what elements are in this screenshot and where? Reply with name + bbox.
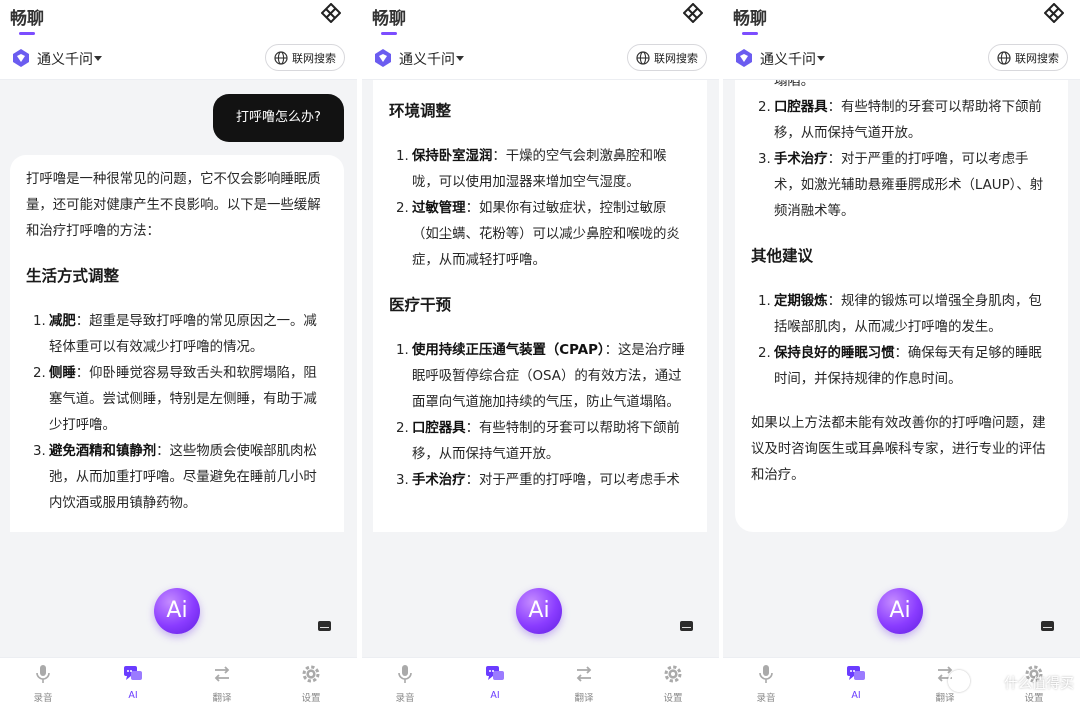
app-title: 畅聊 (10, 9, 44, 29)
keyboard-icon[interactable] (318, 621, 331, 631)
tongyi-logo-icon (736, 49, 752, 67)
web-search-label: 联网搜索 (292, 52, 336, 65)
gear-icon (664, 665, 682, 683)
list-item: 2. 保持良好的睡眠习惯：确保每天有足够的睡眠时间，并保持规律的作息时间。 (758, 346, 1042, 387)
swap-icon (576, 666, 592, 682)
chat-icon (124, 666, 142, 680)
nav-item-ai[interactable]: AI (103, 664, 163, 701)
web-search-button[interactable]: 联网搜索 (627, 44, 707, 71)
chevron-down-icon[interactable] (94, 56, 102, 61)
nav-item-record[interactable]: 录音 (13, 664, 73, 704)
tongyi-logo-icon (13, 49, 29, 67)
list-item: 3. 手术治疗：对于严重的打呼噜，可以考虑手术，如激光辅助悬雍垂腭成形术（LAUP… (758, 152, 1044, 219)
tongyi-logo-icon (375, 49, 391, 67)
ai-voice-button[interactable]: Ai (516, 588, 562, 634)
answer-card: 环境调整 1. 保持卧室湿润：干燥的空气会刺激鼻腔和喉咙，可以使用加湿器来增加空气… (373, 80, 707, 532)
answer-card: 打呼噜是一种很常见的问题，它不仅会影响睡眠质量，还可能对健康产生不良影响。以下是… (10, 155, 344, 532)
watermark-text: 什么值得买 (1004, 676, 1074, 692)
answer-closing: 如果以上方法都未能有效改善你的打呼噜问题，建议及时咨询医生或耳鼻喉科专家，进行专… (751, 416, 1046, 483)
chat-icon (847, 666, 865, 680)
bottom-nav: 录音 AI 翻译 设置 (362, 657, 719, 707)
section-heading: 环境调整 (389, 102, 452, 120)
model-selector[interactable]: 通义千问 (760, 49, 816, 69)
model-selector[interactable]: 通义千问 (399, 49, 455, 69)
nav-item-translate[interactable]: 翻译 (192, 664, 252, 704)
web-search-button[interactable]: 联网搜索 (265, 44, 345, 71)
section-heading: 医疗干预 (389, 296, 452, 314)
model-selector[interactable]: 通义千问 (37, 49, 93, 69)
list-item: 2. 口腔器具：有些特制的牙套可以帮助将下颌前移，从而保持气道开放。 (758, 100, 1042, 141)
nav-item-settings[interactable]: 设置 (281, 664, 341, 704)
screen-3: 畅聊 塌陷。 2. 口腔器具：有些特制的牙套可以帮助将下颌前移，从而保持气道开放。… (723, 0, 1080, 707)
nav-item-translate[interactable]: 翻译 (554, 664, 614, 704)
app-logo-icon[interactable] (683, 3, 703, 23)
section-heading: 生活方式调整 (26, 267, 120, 285)
app-logo-icon[interactable] (1044, 3, 1064, 23)
mic-icon (36, 665, 50, 683)
model-bar: 通义千问 联网搜索 (0, 36, 357, 80)
nav-item-settings[interactable]: 设置 (643, 664, 703, 704)
ai-voice-button[interactable]: Ai (877, 588, 923, 634)
title-bar: 畅聊 (362, 0, 719, 36)
title-bar: 畅聊 (0, 0, 357, 36)
keyboard-icon[interactable] (1041, 621, 1054, 631)
web-search-label: 联网搜索 (654, 52, 698, 65)
nav-item-record[interactable]: 录音 (736, 664, 796, 704)
user-message: 打呼噜怎么办? (213, 94, 344, 142)
list-item: 1. 减肥：超重是导致打呼噜的常见原因之一。减轻体重可以有效减少打呼噜的情况。 (33, 314, 317, 355)
mic-icon (398, 665, 412, 683)
screen-1: 畅聊 通义千问 联网搜索 打呼噜怎么办? 打呼噜是一种很常见的问题，它不仅会影响… (0, 0, 357, 707)
chevron-down-icon[interactable] (817, 56, 825, 61)
globe-icon (636, 51, 650, 65)
list-item: 1. 使用持续正压通气装置（CPAP）：这是治疗睡眠呼吸暂停综合症（OSA）的有效… (396, 343, 685, 410)
list-item: 1. 保持卧室湿润：干燥的空气会刺激鼻腔和喉咙，可以使用加湿器来增加空气湿度。 (396, 149, 667, 190)
ordered-list: 1. 定期锻炼：规律的锻炼可以增强全身肌肉，包括喉部肌肉，从而减少打呼噜的发生。 … (751, 289, 1054, 393)
answer-card: 塌陷。 2. 口腔器具：有些特制的牙套可以帮助将下颌前移，从而保持气道开放。 3.… (735, 80, 1068, 532)
ordered-list: 1. 使用持续正压通气装置（CPAP）：这是治疗睡眠呼吸暂停综合症（OSA）的有效… (389, 338, 693, 494)
title-indicator (19, 32, 35, 35)
model-bar: 通义千问 联网搜索 (723, 36, 1080, 80)
list-item: 3. 手术治疗：对于严重的打呼噜，可以考虑手术 (396, 473, 680, 488)
app-logo-icon[interactable] (321, 3, 341, 23)
app-title: 畅聊 (733, 9, 767, 29)
nav-item-ai[interactable]: AI (465, 664, 525, 701)
ordered-list: 塌陷。 2. 口腔器具：有些特制的牙套可以帮助将下颌前移，从而保持气道开放。 3.… (751, 80, 1054, 225)
list-item: 2. 过敏管理：如果你有过敏症状，控制过敏原（如尘螨、花粉等）可以减少鼻腔和喉咙的… (396, 201, 680, 268)
list-item: 2. 口腔器具：有些特制的牙套可以帮助将下颌前移，从而保持气道开放。 (396, 421, 680, 462)
globe-icon (997, 51, 1011, 65)
ai-voice-button[interactable]: Ai (154, 588, 200, 634)
title-indicator (742, 32, 758, 35)
chat-icon (486, 666, 504, 680)
list-item: 2. 侧睡：仰卧睡觉容易导致舌头和软腭塌陷，阻塞气道。尝试侧睡，特别是左侧睡，有助… (33, 366, 317, 433)
chevron-down-icon[interactable] (456, 56, 464, 61)
list-item: 3. 避免酒精和镇静剂：这些物质会使喉部肌肉松弛，从而加重打呼噜。尽量避免在睡前几… (33, 444, 317, 511)
answer-intro: 打呼噜是一种很常见的问题，它不仅会影响睡眠质量，还可能对健康产生不良影响。以下是… (26, 172, 321, 239)
title-bar: 畅聊 (723, 0, 1080, 36)
list-item: 1. 定期锻炼：规律的锻炼可以增强全身肌肉，包括喉部肌肉，从而减少打呼噜的发生。 (758, 294, 1042, 335)
globe-icon (274, 51, 288, 65)
ordered-list: 1. 减肥：超重是导致打呼噜的常见原因之一。减轻体重可以有效减少打呼噜的情况。 2… (26, 309, 330, 517)
ordered-list: 1. 保持卧室湿润：干燥的空气会刺激鼻腔和喉咙，可以使用加湿器来增加空气湿度。 2… (389, 144, 693, 274)
model-bar: 通义千问 联网搜索 (362, 36, 719, 80)
nav-item-ai[interactable]: AI (826, 664, 886, 701)
watermark-logo-icon (948, 670, 970, 692)
gear-icon (302, 665, 320, 683)
section-heading: 其他建议 (751, 247, 814, 265)
keyboard-icon[interactable] (680, 621, 693, 631)
swap-icon (214, 666, 230, 682)
title-indicator (381, 32, 397, 35)
screen-2: 畅聊 通义千问 联网搜索 环境调整 1. 保持卧室湿润：干燥的空气会刺激鼻腔和喉咙… (362, 0, 719, 707)
web-search-label: 联网搜索 (1015, 52, 1059, 65)
app-title: 畅聊 (372, 9, 406, 29)
bottom-nav: 录音 AI 翻译 设置 (0, 657, 357, 707)
mic-icon (759, 665, 773, 683)
list-item: 塌陷。 (774, 80, 815, 89)
nav-item-record[interactable]: 录音 (375, 664, 435, 704)
web-search-button[interactable]: 联网搜索 (988, 44, 1068, 71)
